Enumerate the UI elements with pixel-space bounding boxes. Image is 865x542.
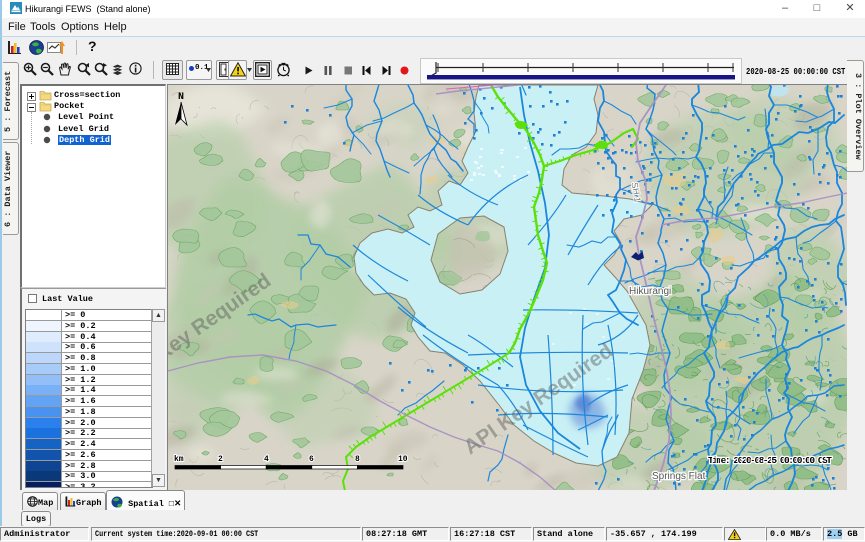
svg-text:Time: 2020-08-25 00:00:00 CST: Time: 2020-08-25 00:00:00 CST [708,455,832,466]
svg-text:Springs Flat: Springs Flat [652,471,706,482]
svg-text:6: 6 [309,455,314,464]
svg-text:km: km [174,455,184,464]
svg-text:N: N [178,92,184,103]
svg-text:2: 2 [218,455,223,464]
svg-text:4: 4 [264,455,269,464]
svg-text:10: 10 [398,455,408,464]
svg-text:8: 8 [355,455,360,464]
svg-text:Hikurangi: Hikurangi [629,286,671,297]
